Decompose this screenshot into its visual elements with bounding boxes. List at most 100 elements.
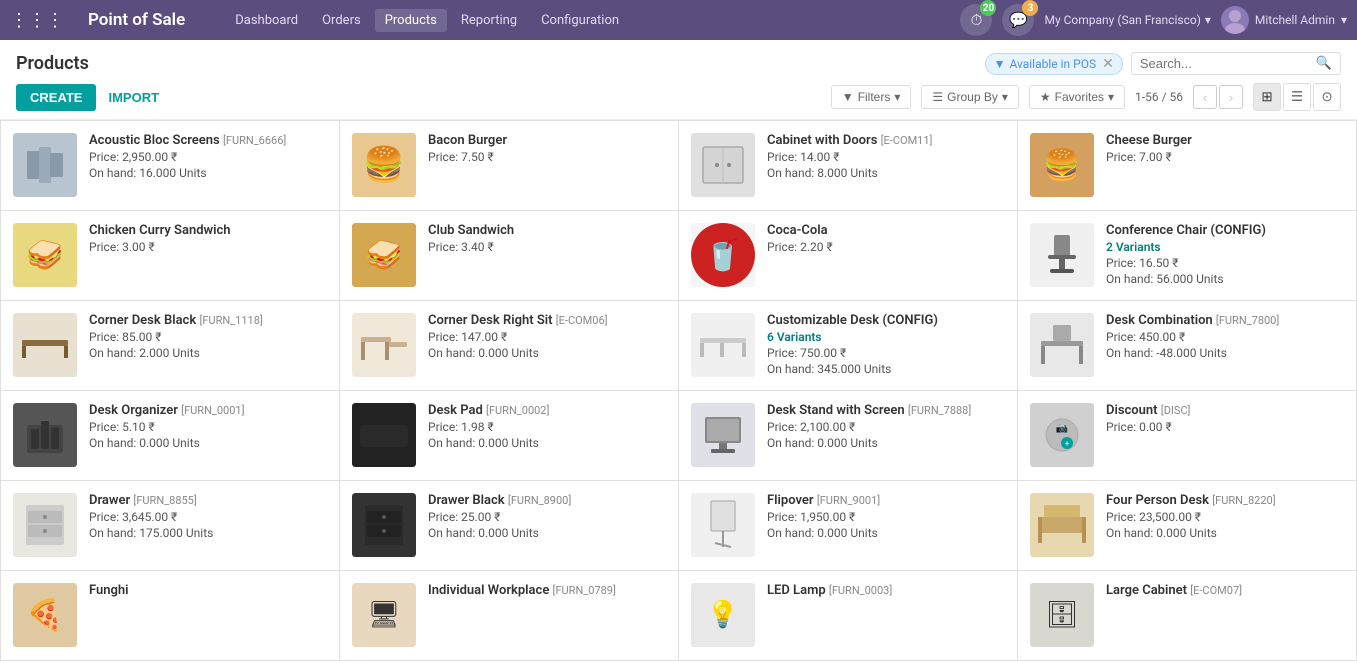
product-card[interactable]: 🥤 Coca-Cola Price: 2.20 ₹: [679, 211, 1018, 301]
product-price: Price: 3,645.00 ₹: [89, 510, 327, 524]
product-image: [691, 403, 755, 467]
grid-icon[interactable]: ⋮⋮⋮: [10, 10, 64, 31]
product-info: LED Lamp [FURN_0003]: [767, 583, 1005, 600]
product-price: Price: 750.00 ₹: [767, 346, 1005, 360]
product-name: Funghi: [89, 583, 129, 598]
next-page-button[interactable]: ›: [1219, 85, 1243, 109]
product-info: Corner Desk Right Sit [E-COM06] Price: 1…: [428, 313, 666, 360]
product-card[interactable]: Corner Desk Black [FURN_1118] Price: 85.…: [1, 301, 340, 391]
product-card[interactable]: Conference Chair (CONFIG) 2 Variants Pri…: [1018, 211, 1357, 301]
product-card[interactable]: Corner Desk Right Sit [E-COM06] Price: 1…: [340, 301, 679, 391]
product-info: Four Person Desk [FURN_8220] Price: 23,5…: [1106, 493, 1344, 540]
product-name: Cabinet with Doors [E-COM11]: [767, 133, 932, 148]
product-ref: [E-COM06]: [556, 314, 608, 327]
menu-orders[interactable]: Orders: [312, 9, 371, 32]
product-image: 🥪: [13, 223, 77, 287]
product-ref: [DISC]: [1161, 404, 1191, 417]
product-card[interactable]: 🍔 Cheese Burger Price: 7.00 ₹: [1018, 121, 1357, 211]
product-card[interactable]: 🍔 Bacon Burger Price: 7.50 ₹: [340, 121, 679, 211]
product-ref: [FURN_6666]: [223, 134, 286, 147]
product-ref: [FURN_8900]: [508, 494, 571, 507]
product-image: [13, 313, 77, 377]
create-button[interactable]: CREATE: [16, 84, 96, 111]
products-grid: Acoustic Bloc Screens [FURN_6666] Price:…: [0, 120, 1357, 661]
product-card[interactable]: Desk Stand with Screen [FURN_7888] Price…: [679, 391, 1018, 481]
product-price: Price: 14.00 ₹: [767, 150, 1005, 164]
search-input[interactable]: [1140, 56, 1316, 71]
topnav-right: ⏱ 20 💬 3 My Company (San Francisco) ▾ Mi…: [960, 4, 1347, 36]
import-button[interactable]: IMPORT: [104, 84, 163, 111]
product-image: [691, 493, 755, 557]
product-stock: On hand: 0.000 Units: [89, 436, 327, 450]
search-icon[interactable]: 🔍: [1316, 56, 1332, 71]
product-info: Bacon Burger Price: 7.50 ₹: [428, 133, 666, 166]
product-name: Discount [DISC]: [1106, 403, 1190, 418]
notifications-button[interactable]: ⏱ 20: [960, 4, 992, 36]
product-card[interactable]: Four Person Desk [FURN_8220] Price: 23,5…: [1018, 481, 1357, 571]
product-ref: [FURN_0001]: [181, 404, 244, 417]
product-card[interactable]: Desk Organizer [FURN_0001] Price: 5.10 ₹…: [1, 391, 340, 481]
product-name: Individual Workplace [FURN_0789]: [428, 583, 616, 598]
product-card[interactable]: Cabinet with Doors [E-COM11] Price: 14.0…: [679, 121, 1018, 211]
product-card[interactable]: Acoustic Bloc Screens [FURN_6666] Price:…: [1, 121, 340, 211]
product-image: 🥪: [352, 223, 416, 287]
favorites-button[interactable]: ★ Favorites ▾: [1029, 85, 1125, 109]
menu-dashboard[interactable]: Dashboard: [225, 9, 308, 32]
messages-button[interactable]: 💬 3: [1002, 4, 1034, 36]
menu-configuration[interactable]: Configuration: [531, 9, 629, 32]
app-name[interactable]: Point of Sale: [88, 10, 185, 30]
product-stock: On hand: 0.000 Units: [428, 346, 666, 360]
product-card[interactable]: 🗄 Large Cabinet [E-COM07]: [1018, 571, 1357, 661]
list-view-button[interactable]: ☰: [1283, 83, 1311, 111]
product-ref: [FURN_8220]: [1212, 494, 1275, 507]
product-card[interactable]: 🥪 Chicken Curry Sandwich Price: 3.00 ₹: [1, 211, 340, 301]
product-card[interactable]: 💡 LED Lamp [FURN_0003]: [679, 571, 1018, 661]
product-image: 🖥: [352, 583, 416, 647]
top-navigation: ⋮⋮⋮ Point of Sale Dashboard Orders Produ…: [0, 0, 1357, 40]
product-card[interactable]: Drawer [FURN_8855] Price: 3,645.00 ₹ On …: [1, 481, 340, 571]
notification-count: 20: [980, 0, 996, 16]
clock-icon: ⏱: [971, 11, 983, 29]
menu-reporting[interactable]: Reporting: [451, 9, 527, 32]
grid-view-button[interactable]: ⊞: [1253, 83, 1281, 111]
toolbar-right: ▼ Filters ▾ ☰ Group By ▾ ★ Favorites ▾ 1…: [831, 83, 1341, 111]
activity-view-button[interactable]: ⊙: [1313, 83, 1341, 111]
product-price: Price: 7.00 ₹: [1106, 150, 1344, 164]
products-wrap: Acoustic Bloc Screens [FURN_6666] Price:…: [0, 120, 1357, 661]
product-card[interactable]: Drawer Black [FURN_8900] Price: 25.00 ₹ …: [340, 481, 679, 571]
product-info: Drawer [FURN_8855] Price: 3,645.00 ₹ On …: [89, 493, 327, 540]
product-stock: On hand: 0.000 Units: [767, 526, 1005, 540]
product-price: Price: 25.00 ₹: [428, 510, 666, 524]
product-card[interactable]: Desk Combination [FURN_7800] Price: 450.…: [1018, 301, 1357, 391]
product-price: Price: 16.50 ₹: [1106, 256, 1344, 270]
product-card[interactable]: 🖥 Individual Workplace [FURN_0789]: [340, 571, 679, 661]
product-image: [13, 133, 77, 197]
company-selector[interactable]: My Company (San Francisco) ▾: [1044, 13, 1210, 27]
product-name: Coca-Cola: [767, 223, 828, 238]
groupby-button[interactable]: ☰ Group By ▾: [921, 85, 1019, 109]
user-menu[interactable]: Mitchell Admin ▾: [1221, 6, 1347, 34]
menu-products[interactable]: Products: [375, 9, 447, 32]
product-name: Large Cabinet [E-COM07]: [1106, 583, 1242, 598]
product-card[interactable]: 📷+ Discount [DISC] Price: 0.00 ₹: [1018, 391, 1357, 481]
product-card[interactable]: 🥪 Club Sandwich Price: 3.40 ₹: [340, 211, 679, 301]
filters-button[interactable]: ▼ Filters ▾: [831, 85, 912, 109]
prev-page-button[interactable]: ‹: [1193, 85, 1217, 109]
remove-filter-button[interactable]: ✕: [1102, 56, 1114, 72]
product-stock: On hand: -48.000 Units: [1106, 346, 1344, 360]
product-card[interactable]: Customizable Desk (CONFIG) 6 Variants Pr…: [679, 301, 1018, 391]
product-ref: [E-COM07]: [1190, 584, 1242, 597]
product-image: [691, 313, 755, 377]
product-card[interactable]: Desk Pad [FURN_0002] Price: 1.98 ₹ On ha…: [340, 391, 679, 481]
product-card[interactable]: 🍕 Funghi: [1, 571, 340, 661]
product-card[interactable]: Flipover [FURN_9001] Price: 1,950.00 ₹ O…: [679, 481, 1018, 571]
product-price: Price: 0.00 ₹: [1106, 420, 1344, 434]
product-name: Corner Desk Black [FURN_1118]: [89, 313, 263, 328]
active-filter-tag[interactable]: ▼ Available in POS ✕: [985, 53, 1123, 75]
product-name: Club Sandwich: [428, 223, 514, 238]
product-name: Desk Pad [FURN_0002]: [428, 403, 549, 418]
product-price: Price: 2.20 ₹: [767, 240, 1005, 254]
product-name: Customizable Desk (CONFIG): [767, 313, 938, 328]
svg-text:📷: 📷: [1056, 423, 1068, 434]
product-image: [13, 403, 77, 467]
